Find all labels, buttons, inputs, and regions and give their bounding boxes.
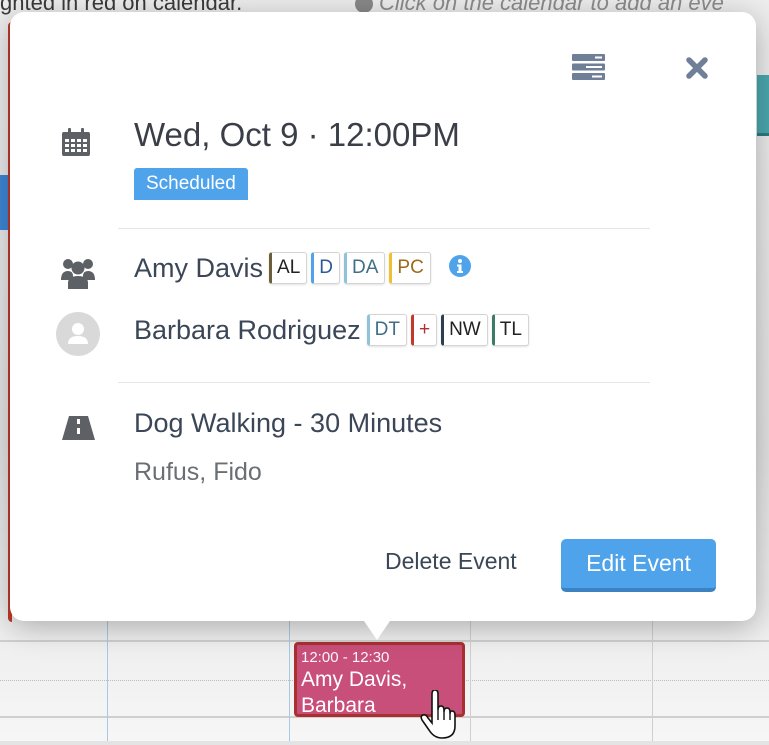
staff-row: Barbara Rodriguez DT + NW TL (134, 314, 533, 346)
staff-tag[interactable]: NW (441, 314, 488, 346)
background-event-block (757, 75, 769, 136)
avatar-icon (56, 312, 100, 361)
event-date-time: Wed, Oct 9 · 12:00PM (134, 116, 460, 153)
staff-tag[interactable]: PC (389, 252, 431, 284)
staff-tag[interactable]: + (410, 314, 438, 346)
service-name: Dog Walking - 30 Minutes (134, 408, 443, 438)
pet-names: Rufus, Fido (134, 458, 262, 486)
close-icon (686, 57, 708, 79)
staff-name: Barbara Rodriguez (134, 314, 361, 345)
staff-tag[interactable]: DA (344, 252, 386, 284)
divider (118, 382, 650, 383)
calendar-event-time: 12:00 - 12:30 (301, 649, 390, 666)
list-view-icon (572, 54, 605, 80)
status-badge: Scheduled (134, 168, 248, 200)
calendar-icon (61, 127, 91, 162)
staff-tag[interactable]: D (311, 252, 340, 284)
hand-cursor-icon (420, 689, 456, 745)
staff-tag[interactable]: TL (491, 314, 529, 346)
delete-event-button[interactable]: Delete Event (385, 548, 517, 575)
popover-arrow (362, 618, 392, 640)
staff-tag[interactable]: AL (269, 252, 308, 284)
staff-tag[interactable]: DT (366, 314, 407, 346)
road-icon (62, 416, 95, 445)
divider (118, 228, 650, 229)
close-button[interactable] (686, 57, 708, 84)
event-popover: Wed, Oct 9 · 12:00PM Scheduled Amy Davis… (10, 12, 756, 621)
edit-event-button[interactable]: Edit Event (561, 539, 716, 592)
info-icon[interactable] (448, 254, 471, 282)
staff-name: Amy Davis (134, 252, 264, 283)
list-view-button[interactable] (572, 54, 605, 85)
staff-row: Amy Davis AL D DA PC (134, 252, 471, 284)
users-icon (60, 258, 96, 295)
